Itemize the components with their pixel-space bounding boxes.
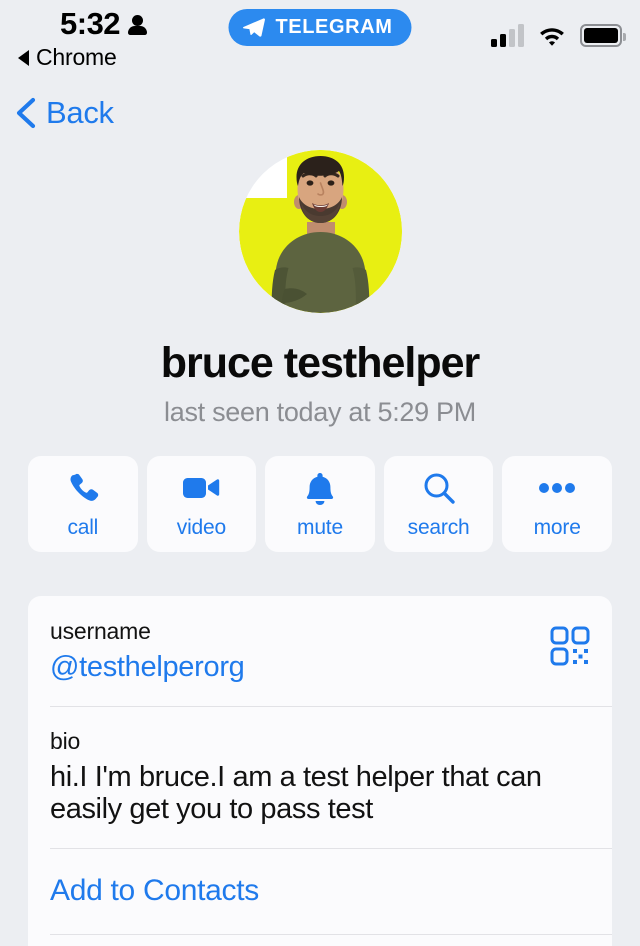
telegram-profile-screen: 5:32 Chrome TELEGRAM Back bruce testhelp… — [0, 0, 640, 946]
triangle-left-icon — [18, 49, 29, 66]
telegram-app-badge-label: TELEGRAM — [275, 16, 393, 38]
mute-button[interactable]: mute — [265, 456, 375, 552]
bio-label: bio — [50, 728, 81, 754]
back-to-app-indicator[interactable]: Chrome — [16, 44, 216, 71]
navigation-bar: Back — [0, 82, 640, 144]
back-button[interactable]: Back — [12, 95, 114, 131]
telegram-plane-icon — [243, 18, 265, 37]
avatar-container — [0, 150, 640, 313]
bio-row: bio hi.I I'm bruce.I am a test helper th… — [28, 706, 612, 848]
more-button[interactable]: more — [502, 456, 612, 552]
video-button-label: video — [176, 515, 226, 539]
call-button[interactable]: call — [28, 456, 138, 552]
bell-icon — [304, 469, 336, 507]
block-user-label[interactable]: Block User — [28, 934, 612, 946]
add-to-contacts-label[interactable]: Add to Contacts — [28, 848, 612, 934]
search-icon — [422, 469, 456, 507]
status-bar-right — [491, 24, 626, 47]
status-time: 5:32 — [60, 6, 121, 41]
person-icon — [128, 14, 148, 35]
status-bar: 5:32 Chrome TELEGRAM — [0, 0, 640, 82]
back-to-app-label: Chrome — [36, 44, 117, 70]
back-button-label: Back — [46, 95, 114, 130]
call-button-label: call — [67, 515, 99, 539]
block-user-row[interactable]: Block User — [28, 933, 612, 946]
profile-status: last seen today at 5:29 PM — [164, 397, 476, 427]
info-card: username @testhelperorg bio hi.I I'm bru… — [28, 596, 612, 946]
telegram-app-badge: TELEGRAM — [228, 9, 412, 46]
qr-code-icon[interactable] — [550, 626, 590, 671]
avatar[interactable] — [238, 150, 402, 313]
profile-name: bruce testhelper — [160, 339, 481, 387]
status-time-group: 5:32 — [16, 6, 216, 42]
search-button-label: search — [407, 515, 470, 539]
ellipsis-icon — [539, 469, 576, 507]
mute-button-label: mute — [297, 515, 343, 539]
add-to-contacts-row[interactable]: Add to Contacts — [28, 847, 612, 934]
search-button[interactable]: search — [383, 456, 494, 552]
username-value[interactable]: @testhelperorg — [50, 651, 590, 684]
video-camera-icon — [182, 469, 220, 507]
cellular-signal-icon — [491, 24, 524, 47]
action-buttons-row: call video mute search more — [0, 456, 640, 552]
video-button[interactable]: video — [146, 456, 257, 552]
wifi-icon — [537, 24, 567, 47]
phone-icon — [66, 469, 100, 507]
chevron-left-icon — [16, 97, 36, 129]
more-button-label: more — [533, 515, 581, 539]
username-label: username — [50, 618, 151, 644]
bio-value: hi.I I'm bruce.I am a test helper that c… — [50, 761, 542, 826]
status-bar-left: 5:32 Chrome — [16, 6, 216, 71]
username-row[interactable]: username @testhelperorg — [28, 596, 612, 706]
battery-full-icon — [580, 24, 626, 47]
